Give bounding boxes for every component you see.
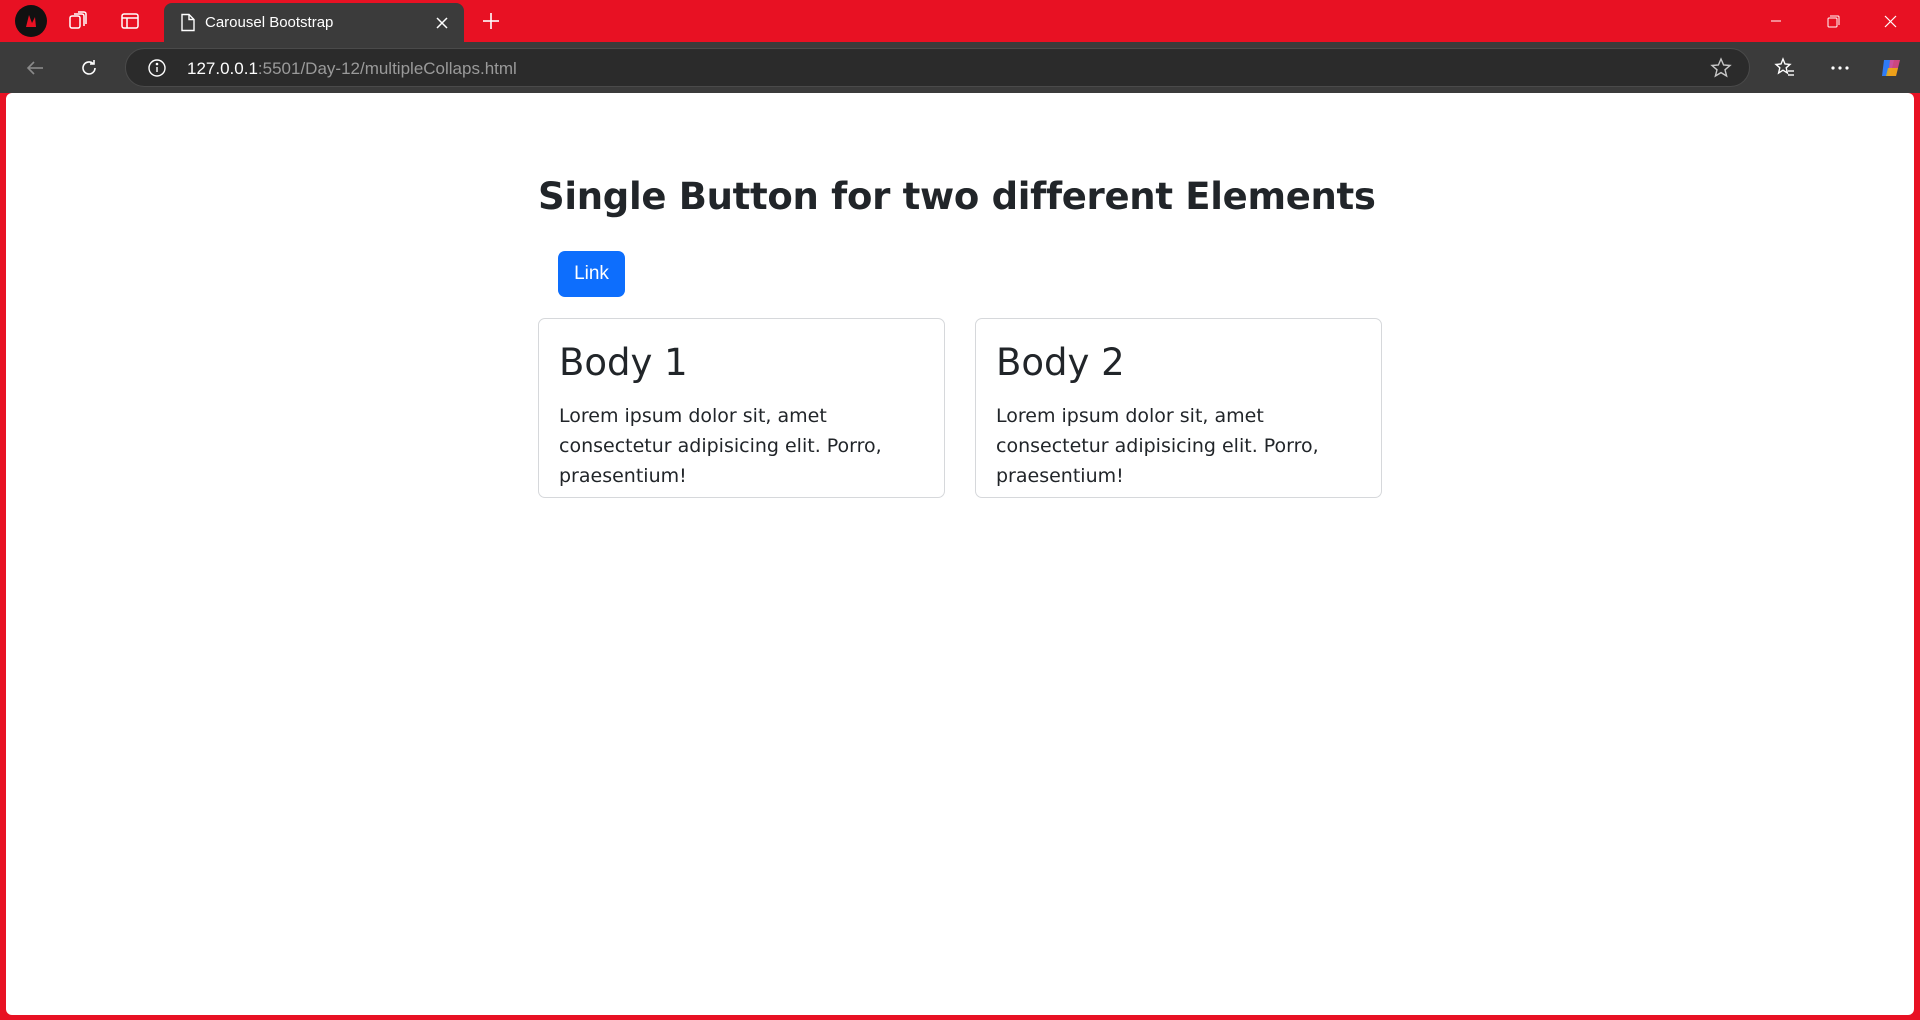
- plus-icon[interactable]: [478, 8, 504, 34]
- url-text[interactable]: 127.0.0.1:5501/Day-12/multipleCollaps.ht…: [187, 59, 517, 79]
- browser-toolbar: 127.0.0.1:5501/Day-12/multipleCollaps.ht…: [0, 42, 1920, 93]
- card-body-2: Body 2 Lorem ipsum dolor sit, amet conse…: [975, 318, 1382, 498]
- browser-tab[interactable]: Carousel Bootstrap: [164, 3, 464, 42]
- card-body-1: Body 1 Lorem ipsum dolor sit, amet conse…: [538, 318, 945, 498]
- address-bar[interactable]: 127.0.0.1:5501/Day-12/multipleCollaps.ht…: [125, 48, 1750, 87]
- copilot-icon[interactable]: [1874, 50, 1910, 86]
- url-path: :5501/Day-12/multipleCollaps.html: [257, 59, 517, 78]
- collections-icon[interactable]: [57, 0, 99, 42]
- card-title: Body 1: [559, 341, 688, 384]
- page-icon: [180, 13, 196, 37]
- info-icon[interactable]: [147, 58, 167, 83]
- refresh-icon[interactable]: [71, 50, 107, 86]
- page-heading: Single Button for two different Elements: [538, 175, 1376, 218]
- tab-actions-icon[interactable]: [109, 0, 151, 42]
- link-button[interactable]: Link: [558, 251, 625, 297]
- profile-button[interactable]: [10, 0, 52, 42]
- page-viewport: Single Button for two different Elements…: [6, 93, 1914, 1015]
- tab-title: Carousel Bootstrap: [205, 14, 334, 31]
- close-icon[interactable]: [430, 11, 454, 35]
- card-title: Body 2: [996, 341, 1125, 384]
- url-host: 127.0.0.1: [187, 59, 258, 78]
- window-close-button[interactable]: [1862, 0, 1918, 42]
- back-arrow-icon[interactable]: [17, 50, 53, 86]
- title-bar: Carousel Bootstrap: [0, 0, 1920, 42]
- card-text: Lorem ipsum dolor sit, amet consectetur …: [996, 405, 1319, 487]
- more-icon[interactable]: [1822, 50, 1858, 86]
- profile-avatar-icon: [15, 5, 47, 37]
- favorites-icon[interactable]: [1767, 50, 1803, 86]
- restore-button[interactable]: [1805, 0, 1861, 42]
- minimize-button[interactable]: [1748, 0, 1804, 42]
- star-icon[interactable]: [1710, 57, 1732, 84]
- card-text: Lorem ipsum dolor sit, amet consectetur …: [559, 405, 882, 487]
